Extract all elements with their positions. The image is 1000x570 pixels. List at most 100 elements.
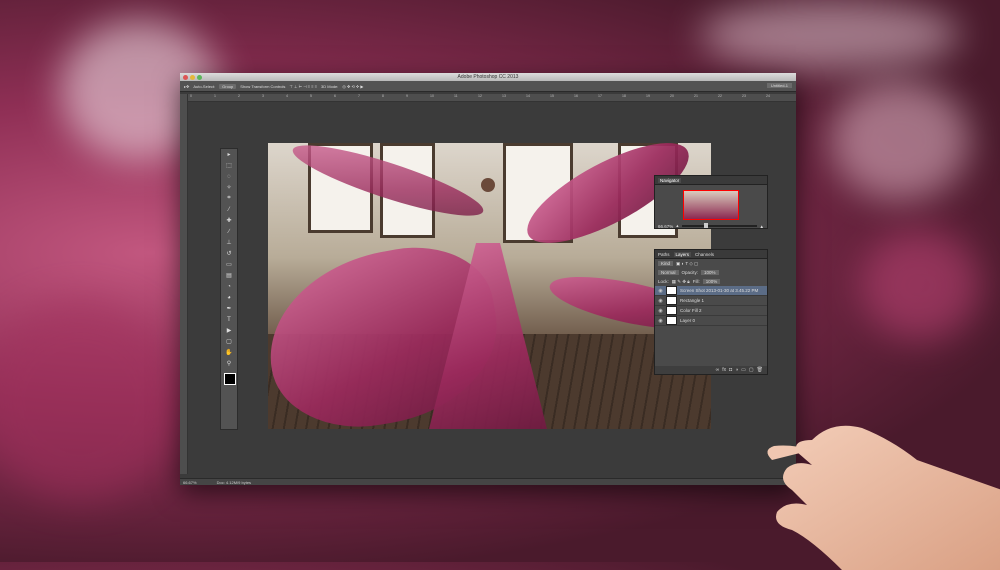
- ruler-tick: 22: [718, 94, 722, 98]
- path-select-tool-icon[interactable]: ▶: [221, 325, 237, 336]
- move-tool-icon[interactable]: ▸✥: [184, 84, 189, 89]
- status-zoom[interactable]: 66.67%: [183, 480, 197, 485]
- 3d-mode-icons[interactable]: ◎ ✥ ⟲ ✣ ▶: [342, 84, 363, 89]
- dodge-tool-icon[interactable]: ◕: [221, 292, 237, 303]
- ruler-tick: 8: [382, 94, 384, 98]
- document-canvas[interactable]: [268, 143, 711, 429]
- background-bokeh: [700, 0, 960, 70]
- window-title: Adobe Photoshop CC 2013: [457, 74, 519, 80]
- visibility-eye-icon[interactable]: ◉: [658, 308, 663, 314]
- opacity-input[interactable]: 100%: [701, 270, 719, 275]
- zoom-in-icon[interactable]: ▲: [760, 224, 764, 229]
- ruler-tick: 15: [550, 94, 554, 98]
- layer-name: Rectangle 1: [680, 298, 705, 303]
- tab-channels[interactable]: Channels: [695, 252, 714, 257]
- tab-layers[interactable]: Layers: [673, 251, 692, 257]
- fx-icon[interactable]: fx: [722, 367, 726, 373]
- brush-tool-icon[interactable]: ∕: [221, 226, 237, 237]
- type-tool-icon[interactable]: T: [221, 314, 237, 325]
- blur-tool-icon[interactable]: ◔: [221, 281, 237, 292]
- ruler-tick: 17: [598, 94, 602, 98]
- new-layer-icon[interactable]: ▢: [749, 367, 754, 373]
- filter-icons[interactable]: ▣ ◐ T ◇ ▢: [676, 261, 698, 267]
- zoom-icon[interactable]: [197, 74, 202, 80]
- layers-tabs: Paths Layers Channels: [655, 250, 767, 259]
- trash-icon[interactable]: 🗑︎: [757, 367, 763, 373]
- link-icon[interactable]: ∞: [716, 367, 720, 373]
- layer-row[interactable]: ◉ Color Fill 2: [655, 306, 767, 316]
- align-icons[interactable]: ⊤ ⊥ ⊢ ⊣ ≡ ≡ ≡: [289, 84, 317, 89]
- ruler-tick: 7: [358, 94, 360, 98]
- navigator-panel: Navigator 66.67% ▴ ▲: [654, 175, 768, 229]
- background-bokeh: [860, 230, 980, 340]
- layer-row[interactable]: ◉ Screen Shot 2013-01-30 at 3.45.22 PM: [655, 286, 767, 296]
- layer-thumbnail: [666, 316, 677, 325]
- navigator-zoom-bar: 66.67% ▴ ▲: [658, 223, 764, 229]
- hand-tool-icon[interactable]: ✋: [221, 347, 237, 358]
- mask-icon[interactable]: ◘: [729, 367, 732, 373]
- zoom-slider-knob[interactable]: [704, 223, 709, 229]
- pen-tool-icon[interactable]: ✒: [221, 303, 237, 314]
- navigator-thumbnail[interactable]: [683, 190, 739, 220]
- hand-image: [767, 425, 1000, 570]
- fill-input[interactable]: 100%: [702, 279, 721, 284]
- opacity-label: Opacity:: [681, 270, 699, 275]
- workspace-dropdown[interactable]: Untitled-1: [766, 83, 792, 88]
- visibility-eye-icon[interactable]: ◉: [658, 298, 663, 304]
- layer-thumbnail: [666, 306, 677, 315]
- shape-tool-icon[interactable]: ▢: [221, 336, 237, 347]
- ruler-tick: 0: [190, 94, 192, 98]
- stamp-tool-icon[interactable]: ⊥: [221, 237, 237, 248]
- gradient-tool-icon[interactable]: ▤: [221, 270, 237, 281]
- background-bokeh: [0, 300, 180, 500]
- auto-select-label[interactable]: Auto-Select:: [193, 84, 215, 89]
- crop-tool-icon[interactable]: ⌗: [221, 193, 237, 204]
- eraser-tool-icon[interactable]: ▭: [221, 259, 237, 270]
- show-transform-checkbox[interactable]: Show Transform Controls: [240, 84, 285, 89]
- ruler-tick: 9: [406, 94, 408, 98]
- adjustment-icon[interactable]: ◑: [735, 367, 738, 373]
- lock-icons[interactable]: ▦ ✎ ✥ 🔒︎: [672, 279, 690, 285]
- kind-filter-dropdown[interactable]: Kind: [658, 261, 674, 266]
- status-doc: Doc: 4.12M/9 bytes: [216, 479, 252, 485]
- navigator-tab[interactable]: Navigator: [658, 177, 682, 183]
- ruler-tick: 4: [286, 94, 288, 98]
- model-head: [481, 178, 495, 192]
- layer-name: Screen Shot 2013-01-30 at 3.45.22 PM: [680, 288, 759, 293]
- visibility-eye-icon[interactable]: ◉: [658, 318, 663, 324]
- ruler-tick: 18: [622, 94, 626, 98]
- window-controls[interactable]: [183, 74, 202, 80]
- ruler-tick: 3: [262, 94, 264, 98]
- zoom-tool-icon[interactable]: ⚲: [221, 358, 237, 369]
- 3d-mode-label: 3D Mode:: [321, 83, 339, 89]
- visibility-eye-icon[interactable]: ◉: [658, 288, 663, 294]
- layer-list: ◉ Screen Shot 2013-01-30 at 3.45.22 PM ◉ Re…: [655, 286, 767, 326]
- ruler-tick: 21: [694, 94, 698, 98]
- tools-panel: ▸ ⬚ ◌ ✧ ⌗ ⁄ ✚ ∕ ⊥ ↺ ▭ ▤ ◔ ◕ ✒ T ▶ ▢ ✋ ⚲: [220, 148, 238, 430]
- marquee-tool-icon[interactable]: ⬚: [221, 160, 237, 171]
- blend-mode-dropdown[interactable]: Normal: [658, 270, 679, 275]
- color-swatch[interactable]: [224, 373, 236, 385]
- zoom-out-icon[interactable]: ▴: [676, 223, 678, 229]
- healing-tool-icon[interactable]: ✚: [221, 215, 237, 226]
- layers-footer: ∞ fx ◘ ◑ ▭ ▢ 🗑︎: [655, 366, 767, 374]
- lasso-tool-icon[interactable]: ◌: [221, 171, 237, 182]
- layer-row[interactable]: ◉ Layer 0: [655, 316, 767, 326]
- folder-icon[interactable]: ▭: [741, 367, 746, 373]
- zoom-slider[interactable]: [681, 223, 757, 229]
- layer-name: Color Fill 2: [680, 308, 702, 313]
- minimize-icon[interactable]: [190, 74, 195, 80]
- move-tool-icon[interactable]: ▸: [221, 149, 237, 160]
- tab-paths[interactable]: Paths: [658, 252, 670, 257]
- options-bar: ▸✥ Auto-Select: Group Show Transform Con…: [180, 81, 796, 92]
- quick-select-tool-icon[interactable]: ✧: [221, 182, 237, 193]
- status-bar: 66.67% Doc: 4.12M/9 bytes: [180, 478, 796, 485]
- auto-select-dropdown[interactable]: Group: [219, 83, 237, 89]
- eyedropper-tool-icon[interactable]: ⁄: [221, 204, 237, 215]
- ruler-tick: 16: [574, 94, 578, 98]
- close-icon[interactable]: [183, 74, 188, 80]
- ruler-tick: 14: [526, 94, 530, 98]
- history-tool-icon[interactable]: ↺: [221, 248, 237, 259]
- layers-panel: Paths Layers Channels Kind ▣ ◐ T ◇ ▢ Normal…: [654, 249, 768, 375]
- layer-row[interactable]: ◉ Rectangle 1: [655, 296, 767, 306]
